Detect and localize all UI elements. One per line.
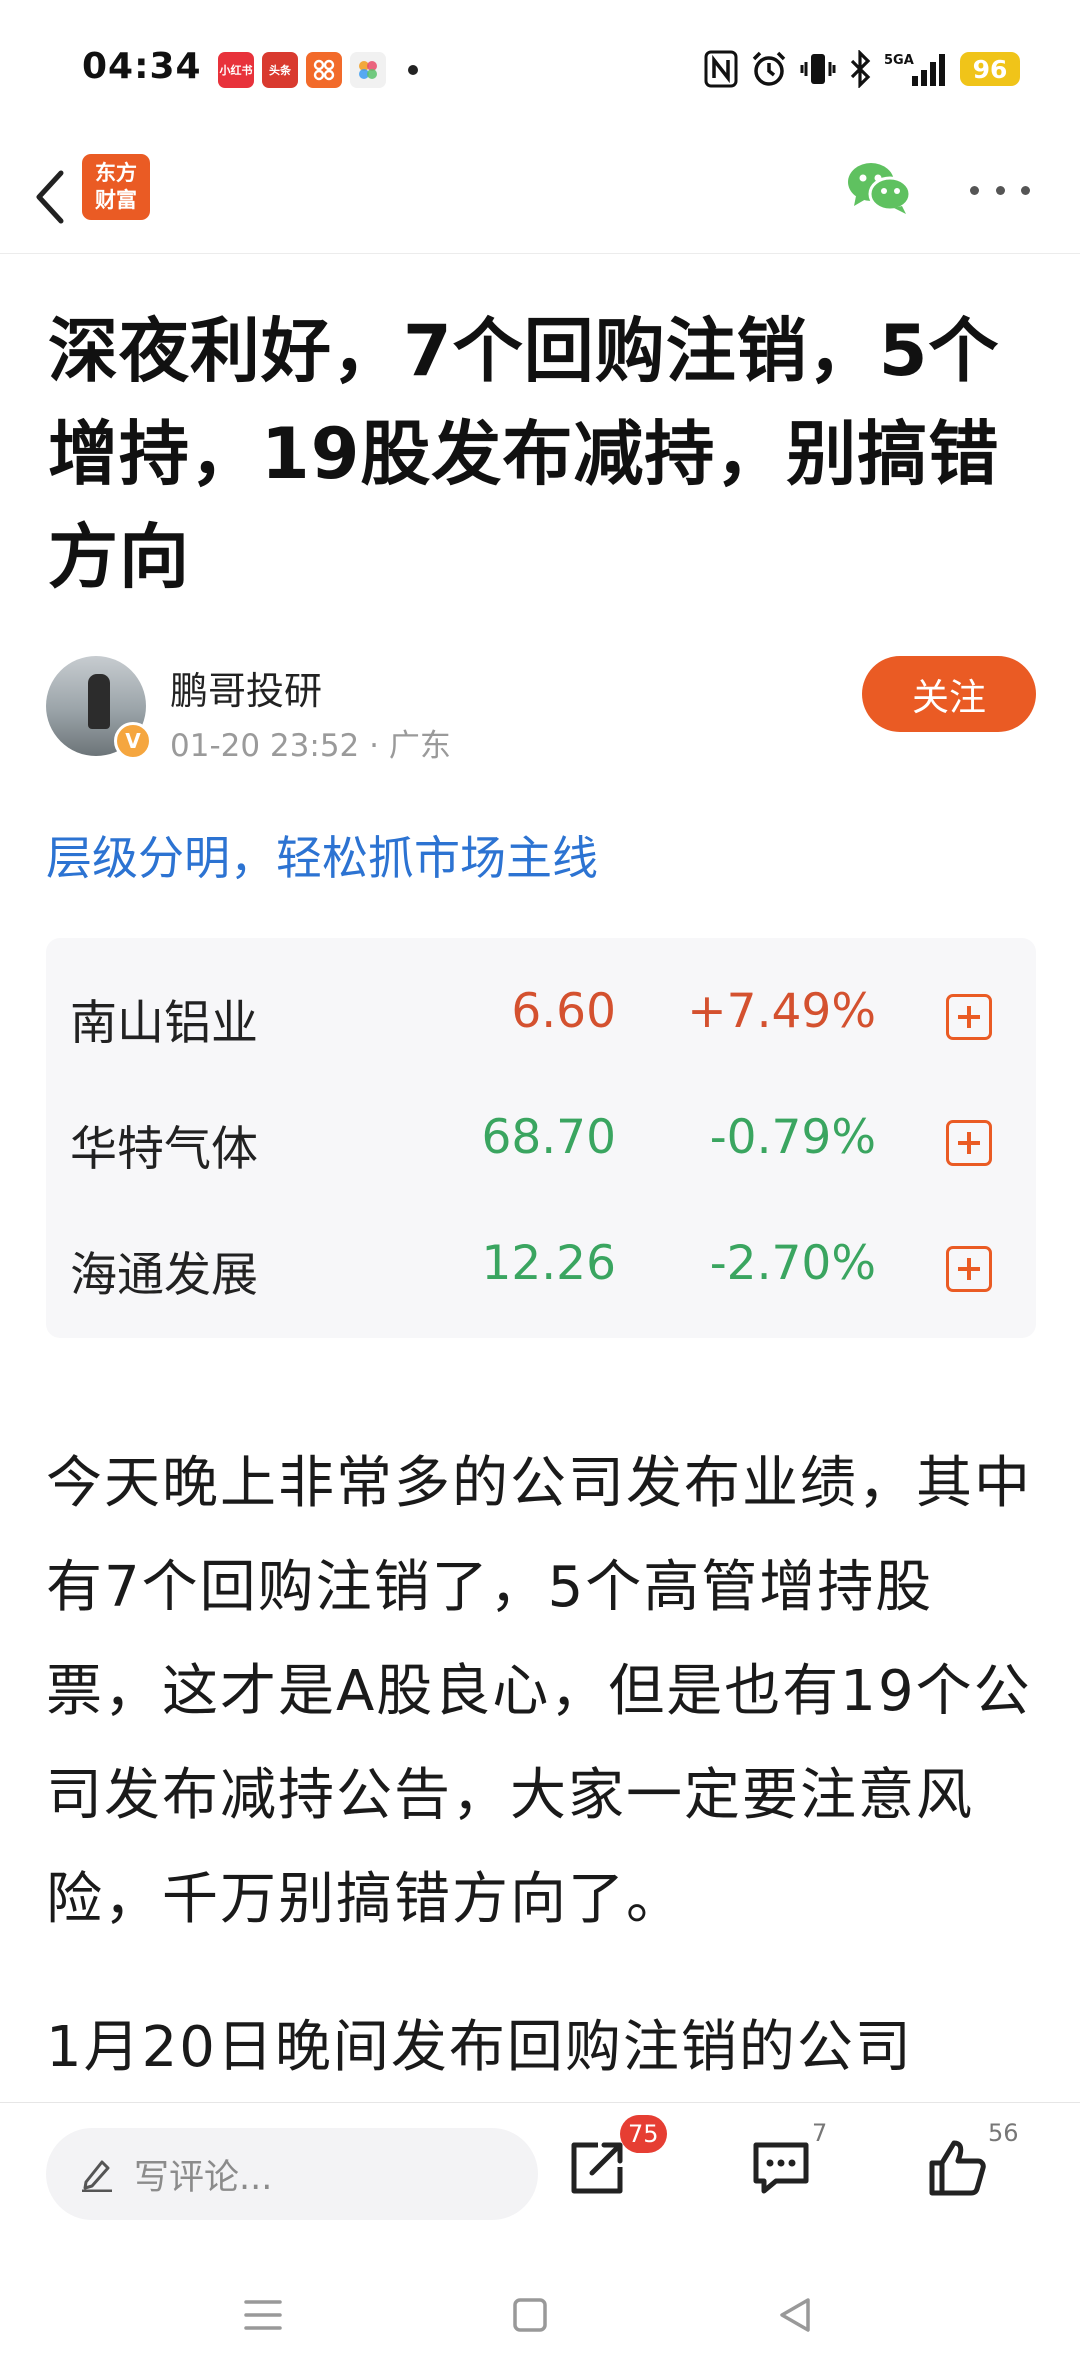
xiaohongshu-icon: 小红书 — [218, 52, 254, 88]
stock-change: -2.70% — [709, 1236, 876, 1291]
add-watchlist-button[interactable] — [946, 1120, 992, 1166]
system-back-button[interactable] — [770, 2290, 820, 2340]
back-button[interactable] — [20, 162, 80, 232]
post-meta: 01-20 23:52 · 广东 — [170, 720, 451, 765]
author-row: V 鹏哥投研 01-20 23:52 · 广东 关注 — [46, 656, 1036, 766]
home-button[interactable] — [505, 2290, 555, 2340]
more-options-button[interactable] — [970, 170, 1030, 210]
logo-line-1: 东方 — [95, 161, 137, 185]
top-nav-bar: 东方 财富 — [0, 140, 1080, 254]
pencil-icon — [82, 2160, 112, 2192]
share-count-badge: 75 — [620, 2115, 667, 2153]
stock-name: 华特气体 — [70, 1122, 258, 1177]
article-paragraph: 1月20日晚间发布回购注销的公司 — [46, 2015, 913, 2080]
stock-name: 海通发展 — [70, 1248, 258, 1303]
stock-change: +7.49% — [687, 984, 876, 1039]
back-triangle-icon — [780, 2298, 810, 2332]
bottom-action-bar: 写评论... 75 7 56 — [0, 2102, 1080, 2252]
stock-row[interactable]: 南山铝业 6.60 +7.49% — [46, 948, 1036, 1074]
more-dot-icon — [1021, 185, 1030, 195]
wechat-icon — [848, 163, 912, 214]
comment-input[interactable]: 写评论... — [46, 2128, 538, 2220]
signal-5g-icon: 5GA — [884, 50, 948, 88]
like-button[interactable]: 56 — [926, 2119, 1019, 2207]
follow-button[interactable]: 关注 — [862, 656, 1036, 732]
app-icon — [306, 52, 342, 88]
like-count: 56 — [988, 2119, 1019, 2147]
system-icons: 5GA 96 — [704, 50, 1020, 88]
stock-price: 6.60 — [511, 984, 616, 1039]
wechat-share-button[interactable] — [844, 158, 914, 218]
comments-button[interactable]: 7 — [750, 2119, 827, 2207]
verified-badge: V — [114, 722, 152, 760]
stock-row[interactable]: 华特气体 68.70 -0.79% — [46, 1074, 1036, 1200]
stock-price: 68.70 — [481, 1110, 616, 1165]
share-button[interactable]: 75 — [566, 2115, 667, 2207]
stock-change: -0.79% — [709, 1110, 876, 1165]
stock-card: 南山铝业 6.60 +7.49% 华特气体 68.70 -0.79% 海通发展 … — [46, 938, 1036, 1338]
alarm-icon — [750, 50, 788, 88]
home-square-icon — [513, 2298, 547, 2332]
thumbs-up-icon — [929, 2140, 986, 2196]
svg-text:5GA: 5GA — [884, 53, 914, 68]
stock-name: 南山铝业 — [70, 996, 258, 1051]
more-notifications-dot — [408, 65, 418, 75]
bluetooth-icon — [848, 50, 872, 88]
article-paragraph: 今天晚上非常多的公司发布业绩，其中有7个回购注销了，5个高管增持股票，这才是A股… — [46, 1451, 1032, 1932]
logo-line-2: 财富 — [95, 188, 137, 212]
add-watchlist-button[interactable] — [946, 994, 992, 1040]
menu-icon — [244, 2300, 282, 2330]
status-time: 04:34 — [82, 46, 202, 87]
stock-price: 12.26 — [481, 1236, 616, 1291]
share-icon — [571, 2142, 623, 2194]
comment-bubble-icon — [753, 2142, 809, 2194]
vibrate-icon — [800, 50, 836, 88]
post-datetime: 01-20 23:52 — [170, 728, 360, 764]
author-name[interactable]: 鹏哥投研 — [170, 660, 322, 715]
avatar-figure — [88, 674, 110, 729]
post-location: · 广东 — [369, 728, 451, 764]
battery-indicator: 96 — [960, 52, 1020, 86]
article-title: 深夜利好，7个回购注销，5个增持，19股发布减持，别搞错方向 — [48, 310, 1000, 598]
stock-row[interactable]: 海通发展 12.26 -2.70% — [46, 1200, 1036, 1326]
comment-count: 7 — [812, 2119, 828, 2147]
photos-icon — [350, 52, 386, 88]
nfc-icon — [704, 50, 738, 88]
back-arrow-icon — [36, 170, 64, 224]
more-dot-icon — [970, 185, 979, 195]
recent-apps-button[interactable] — [238, 2290, 288, 2340]
tagline-link[interactable]: 层级分明，轻松抓市场主线 — [46, 822, 598, 888]
add-watchlist-button[interactable] — [946, 1246, 992, 1292]
toutiao-icon: 头条 — [262, 52, 298, 88]
system-navigation-bar — [0, 2252, 1080, 2373]
status-bar: 04:34 小红书 头条 5GA 96 — [0, 0, 1080, 140]
notification-icons: 小红书 头条 — [218, 52, 418, 88]
more-dot-icon — [995, 185, 1005, 195]
comment-placeholder: 写评论... — [134, 2157, 273, 2198]
eastmoney-logo[interactable]: 东方 财富 — [82, 154, 150, 220]
